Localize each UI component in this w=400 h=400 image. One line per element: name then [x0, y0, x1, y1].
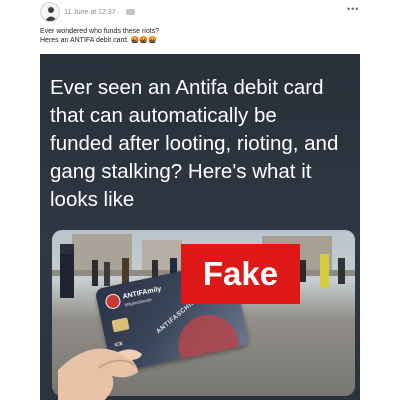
avatar-icon: [45, 7, 57, 21]
post-header: 11 June at 12:37 · •••: [0, 0, 400, 24]
avatar[interactable]: [40, 2, 60, 22]
card-logo-icon: [104, 292, 122, 311]
meta-separator: ·: [117, 9, 120, 16]
audience-icon: [125, 9, 135, 15]
headline-line: Ever seen an Antifa debit card: [50, 76, 324, 99]
post-date[interactable]: 11 June at 12:37: [64, 9, 116, 16]
fake-label: Fake: [181, 244, 300, 304]
post-meta: 11 June at 12:37 ·: [64, 9, 135, 16]
image-headline: Ever seen an Antifa debit card that can …: [50, 74, 355, 214]
hand-image: [58, 348, 142, 400]
post-image[interactable]: Ever seen an Antifa debit card that can …: [40, 54, 360, 400]
headline-line: funded after looting, rioting, and: [50, 132, 339, 155]
post-text-line: Heres an ANTIFA debit card. 🤬🤬🤬: [40, 37, 157, 44]
headline-line: looks like: [50, 188, 135, 211]
post-text-line: Ever wondered who funds these riots?: [40, 28, 160, 35]
post-text: Ever wondered who funds these riots? Her…: [40, 27, 360, 45]
headline-line: that can automatically be: [50, 104, 277, 127]
headline-line: gang stalking? Here's what it: [50, 160, 312, 183]
more-options-button[interactable]: •••: [347, 4, 359, 14]
